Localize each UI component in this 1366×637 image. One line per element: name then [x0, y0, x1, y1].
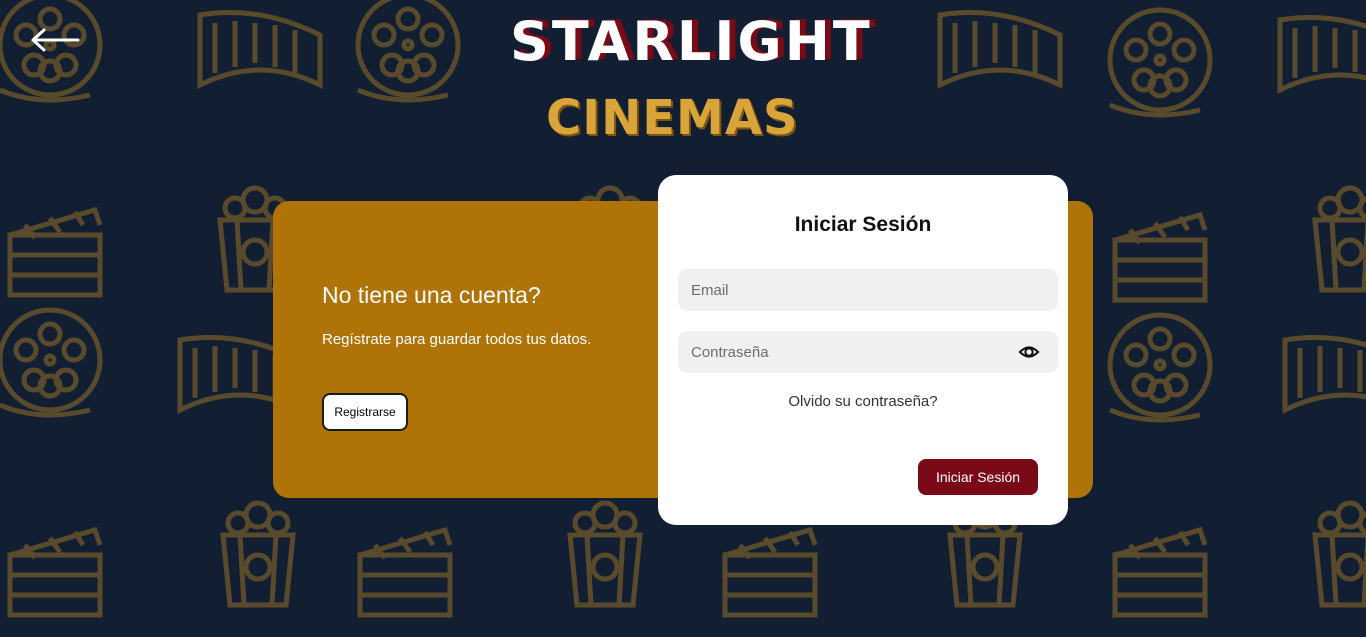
back-button[interactable] [26, 22, 86, 62]
arrow-left-icon [31, 28, 80, 52]
password-placeholder: Contraseña [691, 343, 769, 361]
register-description: Regístrate para guardar todos tus datos. [322, 331, 592, 348]
register-title: No tiene una cuenta? [322, 282, 541, 308]
email-placeholder: Email [691, 281, 729, 299]
logo-line-starlight: STARLIGHT [510, 10, 873, 73]
logo-line-cinemas: CINEMAS [546, 90, 846, 146]
forgot-password-link[interactable]: Olvido su contraseña? [658, 392, 1068, 412]
logo-cinemas-text: CINEMAS [546, 90, 799, 146]
login-submit-button[interactable]: Iniciar Sesión [918, 459, 1038, 495]
register-button[interactable]: Registrarse [322, 393, 408, 431]
email-field[interactable]: Email [678, 269, 1058, 311]
starlight-cinemas-logo: STARLIGHT CINEMAS [510, 10, 873, 147]
login-title: Iniciar Sesión [794, 213, 932, 236]
eye-icon[interactable] [1018, 342, 1040, 362]
password-field[interactable]: Contraseña [678, 331, 1058, 373]
